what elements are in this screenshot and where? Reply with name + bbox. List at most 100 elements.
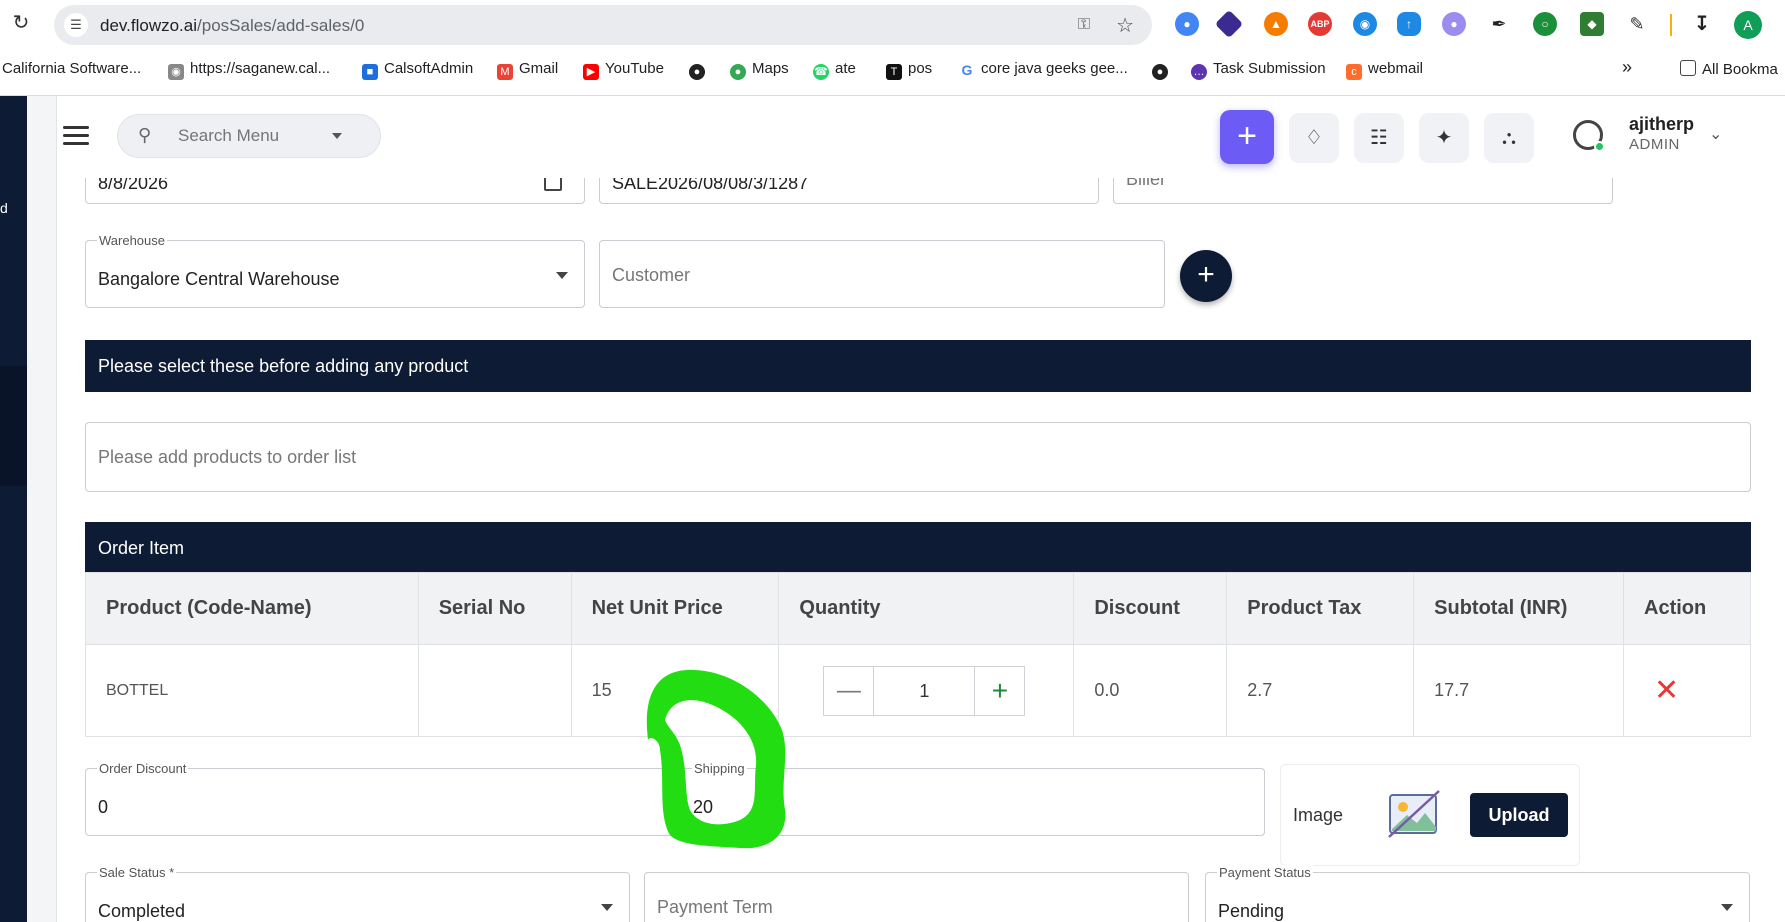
column-header: Serial No: [417, 572, 572, 645]
sidebar-active-item[interactable]: [0, 366, 27, 486]
password-key-icon[interactable]: ⚿: [1078, 16, 1090, 34]
bookmark-item[interactable]: ●: [689, 60, 711, 80]
extension-shield-icon[interactable]: ◆: [1580, 12, 1604, 36]
search-input[interactable]: [178, 126, 328, 146]
payment-status-select[interactable]: Payment Status Pending: [1205, 865, 1750, 922]
sidebar: d: [0, 96, 27, 922]
address-bar[interactable]: ☰ dev.flowzo.ai/posSales/add-sales/0 ⚿ ☆: [54, 5, 1152, 45]
order-discount-label: Order Discount: [97, 761, 189, 776]
bookmark-label: Gmail: [519, 60, 559, 77]
extension-eye-icon[interactable]: ◉: [1353, 12, 1377, 36]
search-menu[interactable]: ⚲: [117, 114, 381, 158]
profile-avatar[interactable]: A: [1734, 11, 1762, 39]
bookmark-item[interactable]: ■ CalsoftAdmin: [362, 60, 473, 80]
extension-lighthouse-icon[interactable]: ●: [1175, 12, 1199, 36]
decrement-button[interactable]: —: [824, 666, 875, 715]
extension-green-circle-icon[interactable]: ○: [1533, 12, 1557, 36]
image-placeholder-icon: [1388, 790, 1440, 838]
table-row: BOTTEL 15 — 1 + 0.0 2.7 17.7 ✕: [85, 644, 1751, 737]
payment-term-placeholder: Payment Term: [657, 897, 773, 917]
chevron-down-icon[interactable]: [1721, 904, 1733, 911]
reload-icon[interactable]: ↻: [10, 12, 32, 34]
chevron-down-icon[interactable]: [332, 133, 342, 139]
more-bookmarks-button[interactable]: »: [1622, 57, 1632, 78]
youtube-icon: ▶: [583, 64, 599, 80]
bookmark-item[interactable]: ●: [1152, 60, 1174, 80]
bookmark-label: YouTube: [605, 60, 664, 77]
search-icon: ⚲: [138, 125, 152, 145]
menu-icon[interactable]: [63, 126, 89, 146]
product-cell: BOTTEL: [85, 644, 419, 737]
extension-cloud-icon[interactable]: ↑: [1397, 12, 1421, 36]
sparkle-icon[interactable]: ✦: [1419, 113, 1469, 163]
warehouse-select[interactable]: Warehouse Bangalore Central Warehouse: [85, 233, 585, 308]
upload-button[interactable]: Upload: [1470, 793, 1568, 837]
user-role: ADMIN: [1629, 136, 1680, 153]
chevron-down-icon[interactable]: ⌄: [1709, 124, 1722, 144]
chevron-down-icon[interactable]: [601, 904, 613, 911]
url-path: /posSales/add-sales/0: [197, 16, 365, 35]
sale-status-select[interactable]: Sale Status * Completed: [85, 865, 630, 922]
quantity-value[interactable]: 1: [874, 667, 974, 715]
bookmark-item[interactable]: ◉ https://saganew.cal...: [168, 60, 330, 80]
extension-abp-icon[interactable]: ABP: [1308, 12, 1332, 36]
eyedropper-icon[interactable]: ✒: [1487, 12, 1511, 36]
google-icon: G: [959, 62, 975, 78]
sale-status-label: Sale Status *: [97, 865, 177, 880]
user-name[interactable]: ajitherp: [1629, 114, 1694, 135]
column-header: Action: [1623, 572, 1751, 645]
cart-icon[interactable]: ☷: [1354, 113, 1404, 163]
shipping-label: Shipping: [692, 761, 747, 776]
bookmark-item[interactable]: Gcore java geeks gee...: [959, 60, 1128, 78]
extension-diamond-icon[interactable]: [1214, 9, 1244, 39]
calendar-icon[interactable]: [544, 178, 562, 191]
product-search-field[interactable]: Please add products to order list: [85, 422, 1751, 492]
reference-field[interactable]: SALE2026/08/08/3/1287: [599, 178, 1099, 204]
shipping-field[interactable]: Shipping 20: [681, 761, 1265, 836]
payment-status-value: Pending: [1218, 901, 1285, 921]
bookmark-label: All Bookma: [1702, 61, 1778, 78]
bookmark-item[interactable]: Tpos: [886, 60, 932, 80]
bookmark-item[interactable]: … Task Submission: [1191, 60, 1326, 80]
date-field[interactable]: 8/8/2026: [85, 178, 585, 204]
column-header: Net Unit Price: [570, 572, 780, 645]
bookmark-item[interactable]: ▶ YouTube: [583, 60, 664, 80]
column-header: Quantity: [778, 572, 1075, 645]
bookmark-item[interactable]: ☎ ate: [813, 60, 856, 80]
url-text[interactable]: dev.flowzo.ai/posSales/add-sales/0: [100, 16, 364, 36]
biller-field[interactable]: Biller: [1113, 178, 1613, 204]
chevron-down-icon[interactable]: [556, 272, 568, 279]
action-cell: ✕: [1623, 644, 1751, 737]
all-bookmarks-folder[interactable]: All Bookma: [1680, 60, 1778, 78]
bookmark-item[interactable]: California Software...: [2, 60, 141, 77]
extension-orange-icon[interactable]: ▲: [1264, 12, 1288, 36]
bell-icon[interactable]: ♢: [1289, 113, 1339, 163]
extension-puzzle-purple-icon[interactable]: ●: [1442, 12, 1466, 36]
bookmark-item[interactable]: ● Maps: [730, 60, 789, 80]
bookmark-star-icon[interactable]: ☆: [1116, 13, 1134, 38]
site-info-icon[interactable]: ☰: [64, 13, 88, 37]
globe-icon: ◉: [168, 64, 184, 80]
bookmark-label: Maps: [752, 60, 789, 77]
bank-icon[interactable]: ⛬: [1484, 113, 1534, 163]
bookmark-label: CalsoftAdmin: [384, 60, 474, 77]
gmail-icon: M: [497, 64, 513, 80]
download-icon[interactable]: ↧: [1690, 12, 1714, 36]
product-tax-cell: 2.7: [1226, 644, 1415, 737]
warehouse-value: Bangalore Central Warehouse: [98, 269, 340, 289]
bookmark-item[interactable]: M Gmail: [497, 60, 558, 80]
extensions-puzzle-icon[interactable]: ✎: [1625, 12, 1649, 36]
quantity-cell: — 1 +: [778, 644, 1075, 737]
url-host: dev.flowzo.ai: [100, 16, 198, 35]
order-item-header: Order Item: [85, 522, 1751, 574]
user-avatar-icon[interactable]: [1573, 120, 1605, 152]
increment-button[interactable]: +: [974, 666, 1024, 715]
payment-term-field[interactable]: Payment Term: [644, 872, 1189, 922]
bookmark-item[interactable]: c webmail: [1346, 60, 1423, 80]
customer-field[interactable]: Customer: [599, 240, 1165, 308]
remove-item-icon[interactable]: ✕: [1654, 674, 1679, 707]
pos-icon: T: [886, 64, 902, 80]
add-customer-button[interactable]: +: [1180, 250, 1232, 302]
globe-icon: ●: [1152, 64, 1168, 80]
quick-add-button[interactable]: +: [1220, 110, 1274, 164]
